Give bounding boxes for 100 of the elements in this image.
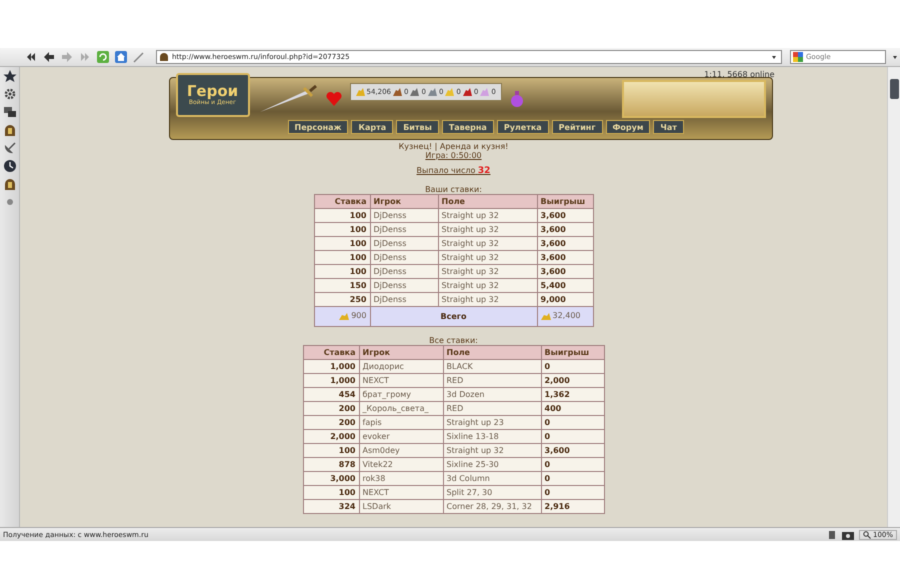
player-cell: rok38 xyxy=(359,472,443,486)
field-cell: Straight up 32 xyxy=(438,208,537,222)
player-cell: DjDenss xyxy=(370,278,438,292)
field-cell: Straight up 32 xyxy=(438,264,537,278)
player-cell: LSDark xyxy=(359,500,443,514)
refresh-icon[interactable] xyxy=(96,50,110,64)
win-cell: 2,916 xyxy=(541,500,604,514)
nav-button[interactable]: Таверна xyxy=(442,120,494,134)
field-cell: Straight up 32 xyxy=(438,236,537,250)
field-cell: BLACK xyxy=(443,360,541,374)
player-cell: NEXCT xyxy=(359,486,443,500)
win-cell: 0 xyxy=(541,472,604,486)
win-cell: 3,600 xyxy=(541,444,604,458)
nav-button[interactable]: Рейтинг xyxy=(552,120,602,134)
total-stake-cell: 900 xyxy=(314,306,370,326)
scrollbar-thumb[interactable] xyxy=(890,79,898,99)
win-cell: 3,600 xyxy=(537,250,593,264)
player-cell: NEXCT xyxy=(359,374,443,388)
column-header: Выигрыш xyxy=(537,194,593,208)
win-cell: 1,362 xyxy=(541,388,604,402)
back-icon[interactable] xyxy=(42,50,56,64)
stake-cell: 100 xyxy=(314,236,370,250)
table-title: Все ставки: xyxy=(429,336,478,345)
player-cell: DjDenss xyxy=(370,250,438,264)
total-win-cell: 32,400 xyxy=(537,306,593,326)
player-cell: Vitek22 xyxy=(359,458,443,472)
win-cell: 0 xyxy=(541,458,604,472)
stake-cell: 100 xyxy=(303,486,359,500)
camera-icon[interactable] xyxy=(842,530,854,540)
nav-button[interactable]: Чат xyxy=(653,120,684,134)
nav-button[interactable]: Рулетка xyxy=(496,120,549,134)
clock-icon[interactable] xyxy=(2,159,16,173)
stake-cell: 250 xyxy=(314,292,370,306)
player-cell: DjDenss xyxy=(370,236,438,250)
table-title: Ваши ставки: xyxy=(425,185,482,194)
field-cell: Straight up 23 xyxy=(443,416,541,430)
satellite-dish-icon[interactable] xyxy=(2,141,16,155)
player-cell: _Король_света_ xyxy=(359,402,443,416)
windows-icon[interactable] xyxy=(2,105,16,119)
player-cell: DjDenss xyxy=(370,208,438,222)
player-cell: Диодорис xyxy=(359,360,443,374)
win-cell: 5,400 xyxy=(537,278,593,292)
stake-cell: 150 xyxy=(314,278,370,292)
field-cell: 3d Column xyxy=(443,472,541,486)
notice-links[interactable]: Кузнец! | Аренда и кузня! xyxy=(398,142,508,151)
field-cell: 3d Dozen xyxy=(443,388,541,402)
home-icon[interactable] xyxy=(114,50,128,64)
stake-cell: 3,000 xyxy=(303,472,359,486)
result-link[interactable]: Выпало число 32 xyxy=(416,166,490,176)
field-cell: Straight up 32 xyxy=(438,250,537,264)
player-cell: Asm0dey xyxy=(359,444,443,458)
player-cell: DjDenss xyxy=(370,264,438,278)
gear-icon[interactable] xyxy=(2,87,16,101)
stake-cell: 200 xyxy=(303,402,359,416)
field-cell: Split 27, 30 xyxy=(443,486,541,500)
field-cell: Straight up 32 xyxy=(443,444,541,458)
stake-cell: 100 xyxy=(303,444,359,458)
win-cell: 400 xyxy=(541,402,604,416)
total-label: Всего xyxy=(370,306,537,326)
nav-button[interactable]: Битвы xyxy=(396,120,439,134)
nav-button[interactable]: Персонаж xyxy=(288,120,348,134)
column-header: Поле xyxy=(443,346,541,360)
nav-button[interactable]: Карта xyxy=(351,120,394,134)
stake-cell: 1,000 xyxy=(303,360,359,374)
stake-cell: 100 xyxy=(314,250,370,264)
player-cell: брат_грому xyxy=(359,388,443,402)
field-cell: Straight up 32 xyxy=(438,222,537,236)
stake-cell: 454 xyxy=(303,388,359,402)
column-header: Ставка xyxy=(303,346,359,360)
win-cell: 3,600 xyxy=(537,222,593,236)
field-cell: Straight up 32 xyxy=(438,278,537,292)
stake-cell: 200 xyxy=(303,416,359,430)
stake-cell: 1,000 xyxy=(303,374,359,388)
win-cell: 0 xyxy=(541,430,604,444)
field-cell: Straight up 32 xyxy=(438,292,537,306)
stake-cell: 100 xyxy=(314,208,370,222)
column-header: Игрок xyxy=(370,194,438,208)
win-cell: 0 xyxy=(541,416,604,430)
pencil-icon[interactable] xyxy=(132,50,146,64)
nav-button[interactable]: Форум xyxy=(606,120,650,134)
game-time-link[interactable]: Игра: 0:50:00 xyxy=(425,151,482,160)
google-logo-icon xyxy=(793,52,803,62)
win-cell: 3,600 xyxy=(537,236,593,250)
column-header: Выигрыш xyxy=(541,346,604,360)
field-cell: RED xyxy=(443,374,541,388)
coin-pile-icon xyxy=(356,88,364,96)
search-icon xyxy=(862,530,871,538)
coin-pile-icon xyxy=(339,312,350,320)
stake-cell: 100 xyxy=(314,222,370,236)
player-cell: DjDenss xyxy=(370,292,438,306)
win-cell: 3,600 xyxy=(537,208,593,222)
online-count: 1:11, 5668 online xyxy=(704,70,774,79)
win-cell: 2,000 xyxy=(541,374,604,388)
player-cell: evoker xyxy=(359,430,443,444)
star-icon[interactable] xyxy=(2,69,16,83)
win-cell: 3,600 xyxy=(537,264,593,278)
player-cell: DjDenss xyxy=(370,222,438,236)
win-cell: 0 xyxy=(541,486,604,500)
stake-cell: 324 xyxy=(303,500,359,514)
column-header: Игрок xyxy=(359,346,443,360)
